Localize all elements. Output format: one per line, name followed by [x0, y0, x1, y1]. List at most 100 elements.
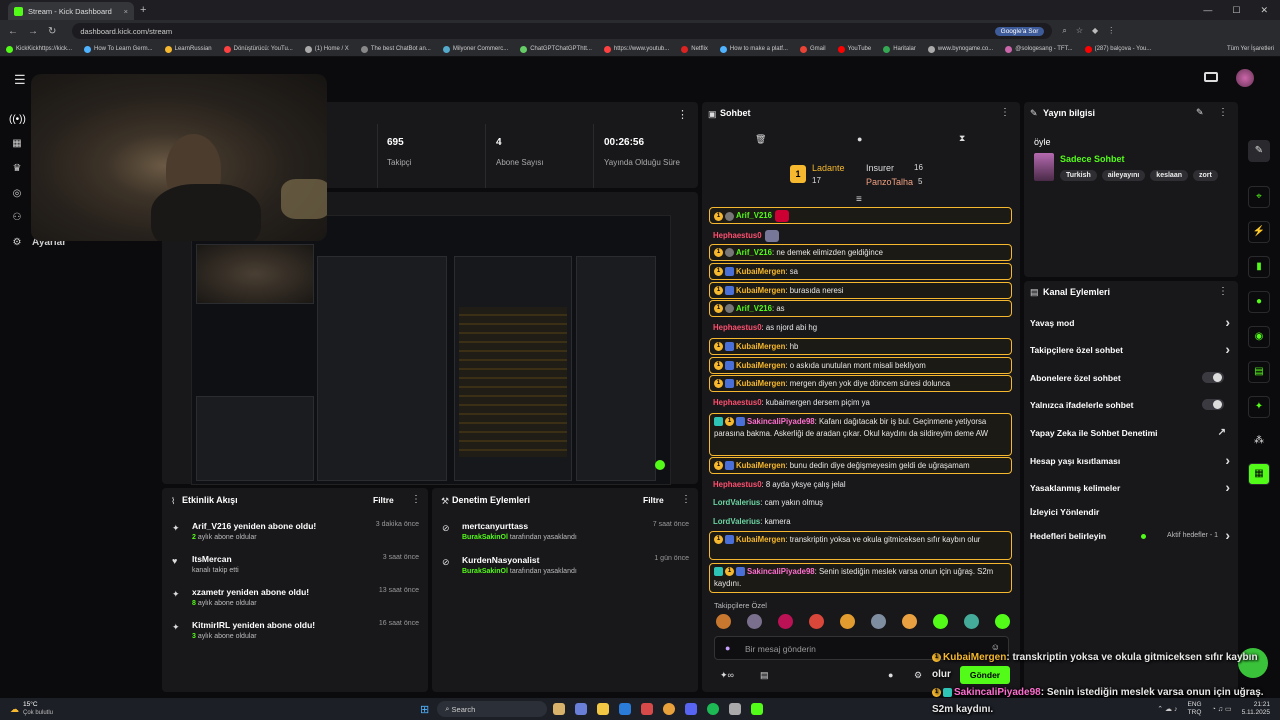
file-explorer-icon[interactable]: [597, 703, 610, 715]
avatar[interactable]: [1236, 69, 1254, 87]
send-button[interactable]: Gönder: [960, 666, 1010, 684]
stream-tag[interactable]: zort: [1192, 170, 1218, 181]
activity-filter-button[interactable]: Filtre: [373, 495, 394, 505]
google-ask-button[interactable]: Google'a Sor: [994, 26, 1045, 36]
quick-list-icon[interactable]: ▮: [1248, 256, 1270, 278]
chat-username[interactable]: KubaiMergen: [736, 342, 785, 351]
activity-more-icon[interactable]: ⋮: [411, 494, 421, 505]
bookmark-item[interactable]: How to make a platf...: [719, 45, 788, 53]
emote-icon[interactable]: [809, 614, 824, 629]
quick-clip-icon[interactable]: ⌖: [1248, 186, 1270, 208]
forward-icon[interactable]: →: [28, 26, 38, 37]
chat-username[interactable]: Arif_V216: [736, 248, 772, 257]
quick-share-icon[interactable]: ⁂: [1248, 431, 1270, 453]
emote-icon[interactable]: [778, 614, 793, 629]
channel-action-item[interactable]: Hedefleri belirleyin Aktif hedefler - 1 ›: [1030, 527, 1230, 545]
hourglass-icon[interactable]: ⧗: [959, 133, 965, 144]
chat-username[interactable]: Hephaestus0: [713, 323, 762, 332]
bookmark-item[interactable]: @sologesang - TFT...: [1005, 45, 1073, 53]
chat-username[interactable]: Hephaestus0: [713, 480, 762, 489]
wifi-icon[interactable]: ◔ ♫ ▭: [1212, 705, 1232, 713]
bookmark-item[interactable]: Milyoner Commerc...: [442, 45, 508, 53]
edit-icon[interactable]: ✎: [1196, 107, 1204, 118]
bookmark-item[interactable]: Dönüştürücü: YouTu...: [223, 45, 293, 53]
chevron-right-icon[interactable]: ›: [1225, 314, 1230, 330]
category-name[interactable]: Sadece Sohbet: [1060, 154, 1125, 164]
points-icon[interactable]: ✦∞: [720, 670, 734, 681]
chat-username[interactable]: SakincaliPiyade98: [747, 567, 815, 576]
actions-more-icon[interactable]: ⋮: [1218, 286, 1228, 297]
quick-broadcast-icon[interactable]: ◉: [1248, 326, 1270, 348]
bookmark-item[interactable]: The best ChatBot an...: [360, 45, 431, 53]
close-window-icon[interactable]: ✕: [1260, 5, 1268, 16]
stream-live-icon[interactable]: ((•)): [9, 112, 26, 128]
chevron-right-icon[interactable]: ›: [1225, 452, 1230, 468]
all-bookmarks[interactable]: Tüm Yer İşaretleri: [1227, 46, 1274, 52]
emote-icon[interactable]: [995, 614, 1010, 629]
spotify-icon[interactable]: [707, 703, 720, 715]
new-tab-button[interactable]: +: [140, 4, 146, 16]
steam-icon[interactable]: [619, 703, 632, 715]
bookmark-item[interactable]: (287) balçova - You...: [1084, 45, 1151, 53]
channel-action-item[interactable]: Yavaş mod ›: [1030, 314, 1230, 332]
chevron-right-icon[interactable]: ›: [1225, 527, 1230, 543]
mic-icon[interactable]: ●: [725, 643, 730, 653]
emote-icon[interactable]: [871, 614, 886, 629]
info-more-icon[interactable]: ⋮: [1218, 107, 1228, 118]
discord-icon[interactable]: [685, 703, 698, 715]
toggle-switch[interactable]: [1202, 372, 1224, 383]
maximize-icon[interactable]: ☐: [1232, 5, 1240, 16]
lang-1[interactable]: ENG: [1187, 701, 1201, 709]
trash-icon[interactable]: 🗑: [755, 134, 766, 145]
bookmark-item[interactable]: Haritalar: [883, 45, 916, 53]
channel-action-item[interactable]: Yasaklanmış kelimeler ›: [1030, 479, 1230, 497]
external-link-icon[interactable]: ↗: [1218, 427, 1226, 438]
chevron-right-icon[interactable]: ›: [1225, 341, 1230, 357]
trophy-icon[interactable]: ♛: [9, 161, 25, 177]
moderation-more-icon[interactable]: ⋮: [681, 494, 691, 505]
stream-tag[interactable]: Turkish: [1060, 170, 1097, 181]
channel-action-item[interactable]: Yalnızca ifadelerle sohbet: [1030, 399, 1230, 414]
bookmark-item[interactable]: Gmail: [799, 45, 826, 53]
minimize-icon[interactable]: —: [1203, 5, 1212, 16]
toggle-switch[interactable]: [1202, 399, 1224, 410]
hamburger-menu-icon[interactable]: ☰: [14, 72, 26, 88]
chat-username[interactable]: Arif_V216: [736, 304, 772, 313]
browser-tab[interactable]: Stream - Kick Dashboard ×: [8, 2, 134, 20]
chat-username[interactable]: SakincaliPiyade98: [747, 417, 815, 426]
creator-mode-icon[interactable]: [1204, 72, 1218, 82]
emote-icon[interactable]: [716, 614, 731, 629]
taskbar-search[interactable]: ⌕ Search: [437, 701, 548, 717]
chat-username[interactable]: Hephaestus0: [713, 398, 762, 407]
channel-action-item[interactable]: Abonelere özel sohbet: [1030, 372, 1230, 387]
gift-icon[interactable]: ▤: [760, 670, 769, 681]
emote-icon[interactable]: [964, 614, 979, 629]
chat-username[interactable]: KubaiMergen: [736, 286, 785, 295]
target-icon[interactable]: ◎: [9, 186, 25, 202]
stream-tag[interactable]: keslaan: [1150, 170, 1188, 181]
bookmark-item[interactable]: Netflix: [681, 45, 708, 53]
bookmark-item[interactable]: (1) Home / X: [304, 45, 349, 53]
star-icon[interactable]: ☆: [1076, 26, 1083, 36]
bookmark-item[interactable]: www.bynogame.co...: [927, 45, 993, 53]
chrome-icon[interactable]: [663, 703, 676, 715]
quick-tools-icon[interactable]: ✦: [1248, 396, 1270, 418]
chat-username[interactable]: KubaiMergen: [736, 535, 785, 544]
bookmark-item[interactable]: KickKickhttps://kick...: [6, 45, 72, 53]
chat-username[interactable]: LordValerius: [713, 498, 760, 507]
quick-stack-icon[interactable]: ▤: [1248, 361, 1270, 383]
channel-action-item[interactable]: Takipçilere özel sohbet ›: [1030, 341, 1230, 359]
settings-gear-icon[interactable]: ⚙: [9, 235, 25, 251]
expand-icon[interactable]: ≡: [856, 194, 862, 205]
quick-edit-icon[interactable]: ✎: [1248, 140, 1270, 162]
chevron-right-icon[interactable]: ›: [1225, 479, 1230, 495]
bookmark-item[interactable]: https://www.youtub...: [603, 45, 669, 53]
emote-icon[interactable]: [747, 614, 762, 629]
app-icon[interactable]: [729, 703, 742, 715]
chat-username[interactable]: KubaiMergen: [736, 379, 785, 388]
stream-tag[interactable]: aileyayını: [1101, 170, 1146, 181]
extension-icon[interactable]: ◆: [1092, 26, 1098, 36]
lang-2[interactable]: TRQ: [1187, 709, 1202, 717]
analytics-icon[interactable]: ▦: [9, 136, 25, 152]
zoom-icon[interactable]: ⌕: [1062, 26, 1066, 36]
